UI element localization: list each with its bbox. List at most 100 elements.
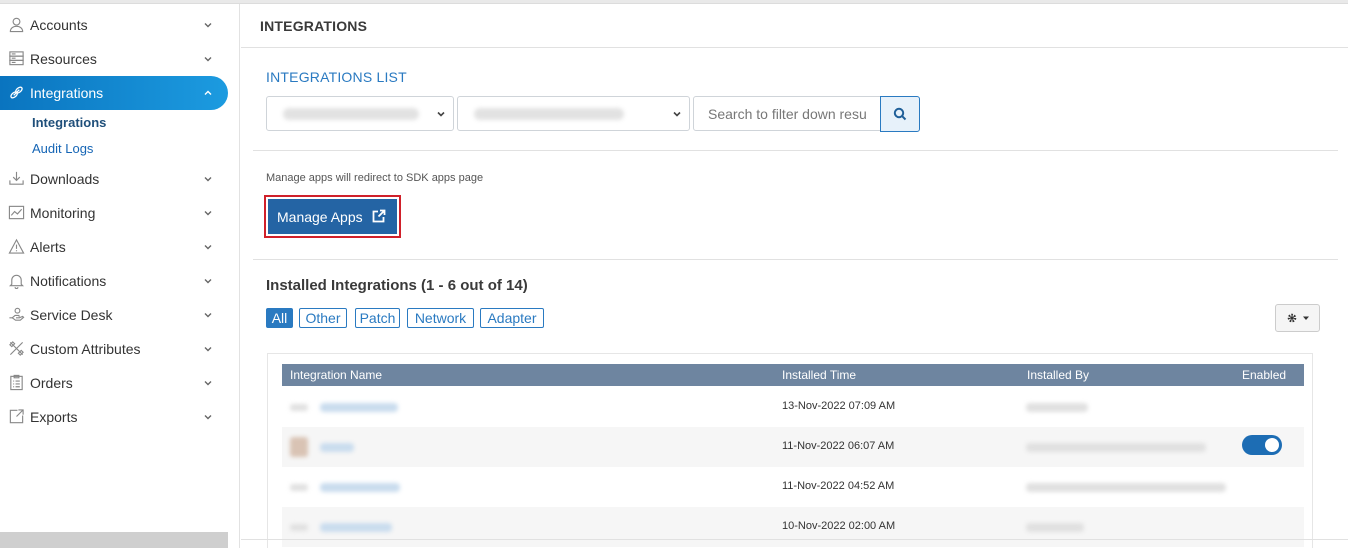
installed-by-redacted [1026, 483, 1226, 492]
sidebar-item-label: Accounts [30, 17, 88, 33]
integration-icon-redacted [290, 437, 308, 457]
chevron-down-icon [204, 245, 212, 250]
installed-integrations-title: Installed Integrations (1 - 6 out of 14) [266, 277, 528, 294]
chevron-down-icon [204, 279, 212, 284]
selected-value-redacted [474, 108, 624, 120]
filter-patch[interactable]: Patch [355, 308, 400, 328]
sidebar-item-service-desk[interactable]: Service Desk [0, 298, 228, 332]
sidebar-item-label: Service Desk [30, 307, 113, 323]
settings-dropdown-button[interactable] [1275, 304, 1320, 332]
sidebar-subitem-integrations[interactable]: Integrations [32, 115, 106, 130]
page-title: INTEGRATIONS [260, 18, 368, 34]
category-select[interactable] [266, 96, 454, 131]
table-row[interactable]: 13-Nov-2022 07:09 AM [282, 387, 1304, 427]
bell-icon [7, 271, 25, 289]
sidebar-item-accounts[interactable]: Accounts [0, 8, 228, 42]
sidebar-item-label: Alerts [30, 239, 66, 255]
divider [253, 259, 1338, 260]
link-icon [7, 83, 25, 101]
search-input[interactable] [693, 96, 881, 131]
divider [253, 150, 1338, 151]
warning-icon [7, 237, 25, 255]
sidebar-item-label: Orders [30, 375, 73, 391]
column-header-time[interactable]: Installed Time [782, 368, 856, 382]
sidebar-item-integrations[interactable]: Integrations [0, 76, 228, 110]
installed-time: 11-Nov-2022 06:07 AM [782, 440, 895, 452]
sidebar-item-label: Downloads [30, 171, 100, 187]
external-link-icon [372, 209, 386, 223]
hand-icon [7, 305, 25, 323]
chevron-up-icon [204, 90, 212, 95]
tools-icon [7, 339, 25, 357]
sidebar-item-notifications[interactable]: Notifications [0, 264, 228, 298]
chevron-down-icon [204, 177, 212, 182]
clipboard-icon [7, 373, 25, 391]
column-header-by[interactable]: Installed By [1027, 368, 1089, 382]
integration-icon-redacted [290, 484, 308, 491]
sidebar-subitem-audit-logs[interactable]: Audit Logs [32, 141, 93, 156]
page-header: INTEGRATIONS [241, 4, 1348, 48]
installed-time: 10-Nov-2022 02:00 AM [782, 520, 896, 532]
column-header-name[interactable]: Integration Name [290, 368, 382, 382]
sidebar: Accounts Resources Integrations Integrat… [0, 4, 240, 548]
chevron-down-icon [204, 211, 212, 216]
chevron-down-icon [673, 111, 681, 117]
integration-name-redacted[interactable] [320, 483, 400, 492]
sidebar-item-label: Notifications [30, 273, 107, 289]
chevron-down-icon [204, 313, 212, 318]
chevron-down-icon [204, 381, 212, 386]
search-icon [893, 107, 907, 121]
installed-time: 11-Nov-2022 04:52 AM [782, 480, 895, 492]
sidebar-item-downloads[interactable]: Downloads [0, 162, 228, 196]
chevron-down-icon [204, 415, 212, 420]
installed-time: 13-Nov-2022 07:09 AM [782, 400, 896, 412]
sidebar-item-label: Integrations [30, 85, 104, 101]
sidebar-item-custom-attributes[interactable]: Custom Attributes [0, 332, 228, 366]
main-content: INTEGRATIONS INTEGRATIONS LIST Manage ap… [241, 4, 1348, 548]
integration-icon-redacted [290, 404, 308, 411]
chevron-down-icon [437, 111, 445, 117]
enabled-toggle[interactable] [1242, 435, 1282, 455]
table-row[interactable]: 10-Nov-2022 02:00 AM [282, 507, 1304, 547]
integration-name-redacted[interactable] [320, 523, 392, 532]
sidebar-item-resources[interactable]: Resources [0, 42, 228, 76]
integrations-table: Integration Name Installed Time Installe… [267, 353, 1313, 548]
chart-icon [7, 203, 25, 221]
redirect-note: Manage apps will redirect to SDK apps pa… [266, 172, 484, 184]
sidebar-item-alerts[interactable]: Alerts [0, 230, 228, 264]
selected-value-redacted [283, 108, 419, 120]
sidebar-item-label: Custom Attributes [30, 341, 141, 357]
export-icon [7, 407, 25, 425]
manage-apps-label: Manage Apps [277, 208, 363, 225]
server-icon [7, 49, 25, 67]
filter-network[interactable]: Network [407, 308, 474, 328]
sidebar-item-label: Monitoring [30, 205, 96, 221]
chevron-down-icon [204, 57, 212, 62]
user-icon [7, 15, 25, 33]
integration-name-redacted[interactable] [320, 403, 398, 412]
search-button[interactable] [880, 96, 920, 132]
integrations-list-title: INTEGRATIONS LIST [266, 69, 407, 85]
integration-icon-redacted [290, 524, 308, 531]
sidebar-item-exports[interactable]: Exports [0, 400, 228, 434]
subcategory-select[interactable] [457, 96, 690, 131]
sidebar-item-orders[interactable]: Orders [0, 366, 228, 400]
integration-name-redacted[interactable] [320, 443, 354, 452]
table-row[interactable]: 11-Nov-2022 04:52 AM [282, 467, 1304, 507]
table-row[interactable]: 11-Nov-2022 06:07 AM [282, 427, 1304, 467]
sidebar-item-label: Resources [30, 51, 97, 67]
highlight-box: Manage Apps [264, 195, 401, 238]
sidebar-scrollbar[interactable] [0, 532, 228, 548]
filter-all[interactable]: All [266, 308, 293, 328]
filter-other[interactable]: Other [299, 308, 347, 328]
manage-apps-button[interactable]: Manage Apps [268, 199, 397, 234]
table-header: Integration Name Installed Time Installe… [282, 364, 1304, 386]
chevron-down-icon [204, 23, 212, 28]
filter-adapter[interactable]: Adapter [480, 308, 544, 328]
installed-by-redacted [1026, 403, 1088, 412]
sidebar-item-monitoring[interactable]: Monitoring [0, 196, 228, 230]
download-icon [7, 169, 25, 187]
gear-icon [1287, 313, 1296, 323]
chevron-down-icon [204, 347, 212, 352]
divider [241, 539, 1348, 540]
